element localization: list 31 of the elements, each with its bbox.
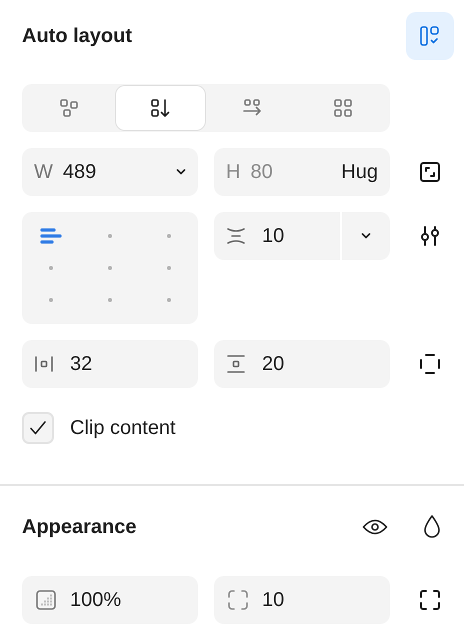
corner-radius-field[interactable]: 10	[214, 576, 390, 624]
wrap-layout-icon	[333, 98, 354, 118]
vertical-layout-icon	[150, 98, 170, 118]
eye-icon[interactable]	[362, 517, 388, 537]
horizontal-padding-field[interactable]: 32	[22, 340, 198, 388]
opacity-icon	[34, 588, 58, 612]
sliders-icon	[418, 224, 442, 248]
direction-option[interactable]	[116, 86, 205, 130]
vertical-padding-field[interactable]: 20	[214, 340, 390, 388]
expand-corners-icon[interactable]	[418, 588, 442, 612]
layout-check-icon	[418, 24, 442, 48]
horizontal-layout-icon	[242, 98, 262, 118]
width-field[interactable]: W 489	[22, 148, 198, 196]
opacity-field[interactable]: 100%	[22, 576, 198, 624]
auto-layout-toggle[interactable]	[406, 12, 454, 60]
checkbox-label: Clip content	[70, 416, 176, 440]
vertical-gap-icon	[226, 226, 246, 246]
freeform-layout-icon	[58, 98, 79, 118]
drop-icon[interactable]	[422, 514, 442, 540]
caret-icon	[176, 169, 186, 175]
corner-radius-icon	[226, 588, 250, 612]
height-field[interactable]: H 80 Hug	[214, 148, 390, 196]
resize-icon	[418, 160, 442, 184]
caret-icon	[361, 233, 371, 239]
horizontal-padding-icon	[34, 354, 54, 374]
section-title: Appearance	[22, 516, 136, 538]
checkbox[interactable]	[22, 412, 54, 444]
vertical-padding-icon	[226, 354, 246, 374]
section-title: Auto layout	[22, 24, 132, 48]
gap-field[interactable]: 10	[214, 212, 390, 260]
padding-sides-icon	[418, 352, 442, 376]
